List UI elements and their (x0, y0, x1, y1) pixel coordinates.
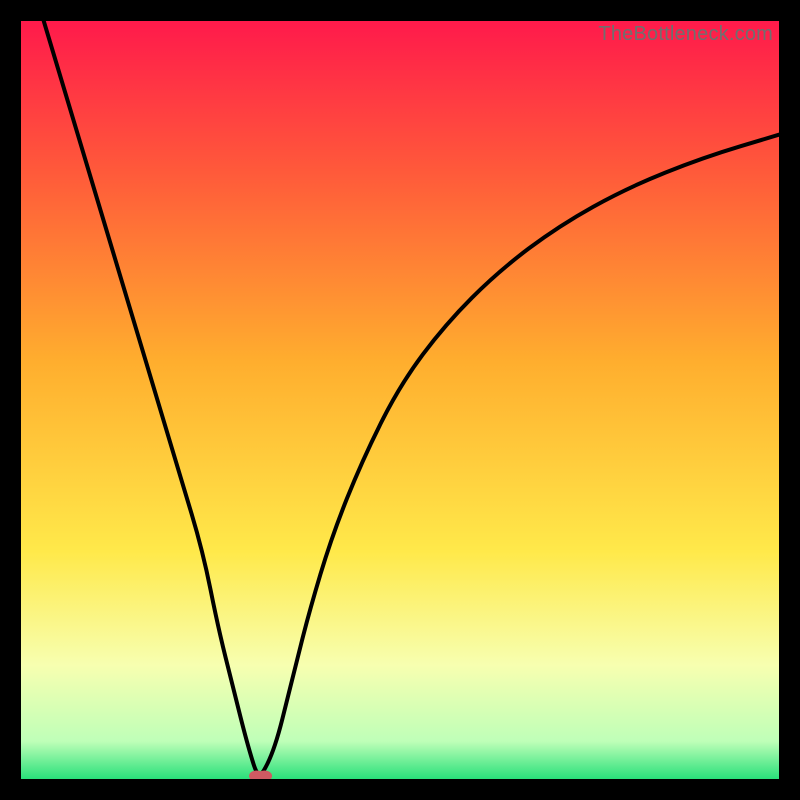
gradient-background (21, 21, 779, 779)
watermark-text: TheBottleneck.com (598, 23, 773, 46)
minimum-marker (250, 771, 272, 779)
bottleneck-chart (21, 21, 779, 779)
chart-frame: TheBottleneck.com (21, 21, 779, 779)
